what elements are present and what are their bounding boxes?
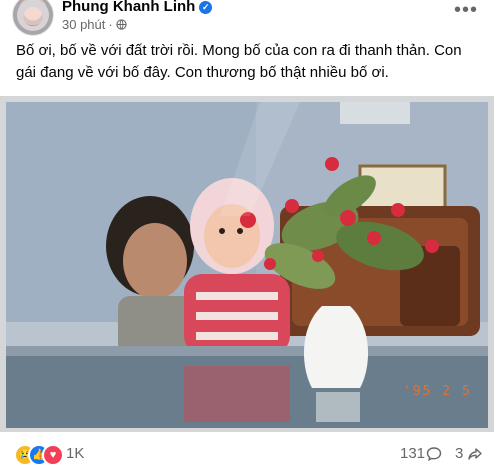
post-caption: Bố ơi, bố về với đất trời rồi. Mong bố c… <box>16 42 462 81</box>
facebook-post: Phung Khanh Linh ✓ 30 phút · ••• Bố ơi, bố… <box>0 0 494 475</box>
share-count[interactable]: 3 <box>455 445 463 462</box>
love-reaction-icon: ♥ <box>42 444 64 466</box>
more-options-icon[interactable]: ••• <box>454 0 478 20</box>
post-photo[interactable]: '95 2 5 <box>0 96 494 432</box>
meta-separator: · <box>108 17 113 32</box>
author-name[interactable]: Phung Khanh Linh <box>62 0 195 15</box>
photo-date-stamp: '95 2 5 <box>403 384 472 399</box>
photo-illustration <box>0 96 494 432</box>
author-name-row: Phung Khanh Linh ✓ <box>62 0 213 15</box>
comment-icon[interactable] <box>426 446 442 462</box>
comment-count[interactable]: 131 <box>400 445 425 462</box>
post-meta: 30 phút · <box>62 17 127 32</box>
verified-badge-icon: ✓ <box>199 1 213 14</box>
globe-icon[interactable] <box>116 19 127 30</box>
post-header: Phung Khanh Linh ✓ 30 phút · ••• <box>0 0 494 40</box>
post-timestamp[interactable]: 30 phút <box>62 17 105 32</box>
share-icon[interactable] <box>467 446 483 462</box>
reactions-bar: 😢 👍 ♥ 1K 131 3 <box>0 436 494 475</box>
avatar-image <box>17 0 49 31</box>
author-avatar[interactable] <box>12 0 54 36</box>
reaction-count[interactable]: 1K <box>66 445 84 462</box>
